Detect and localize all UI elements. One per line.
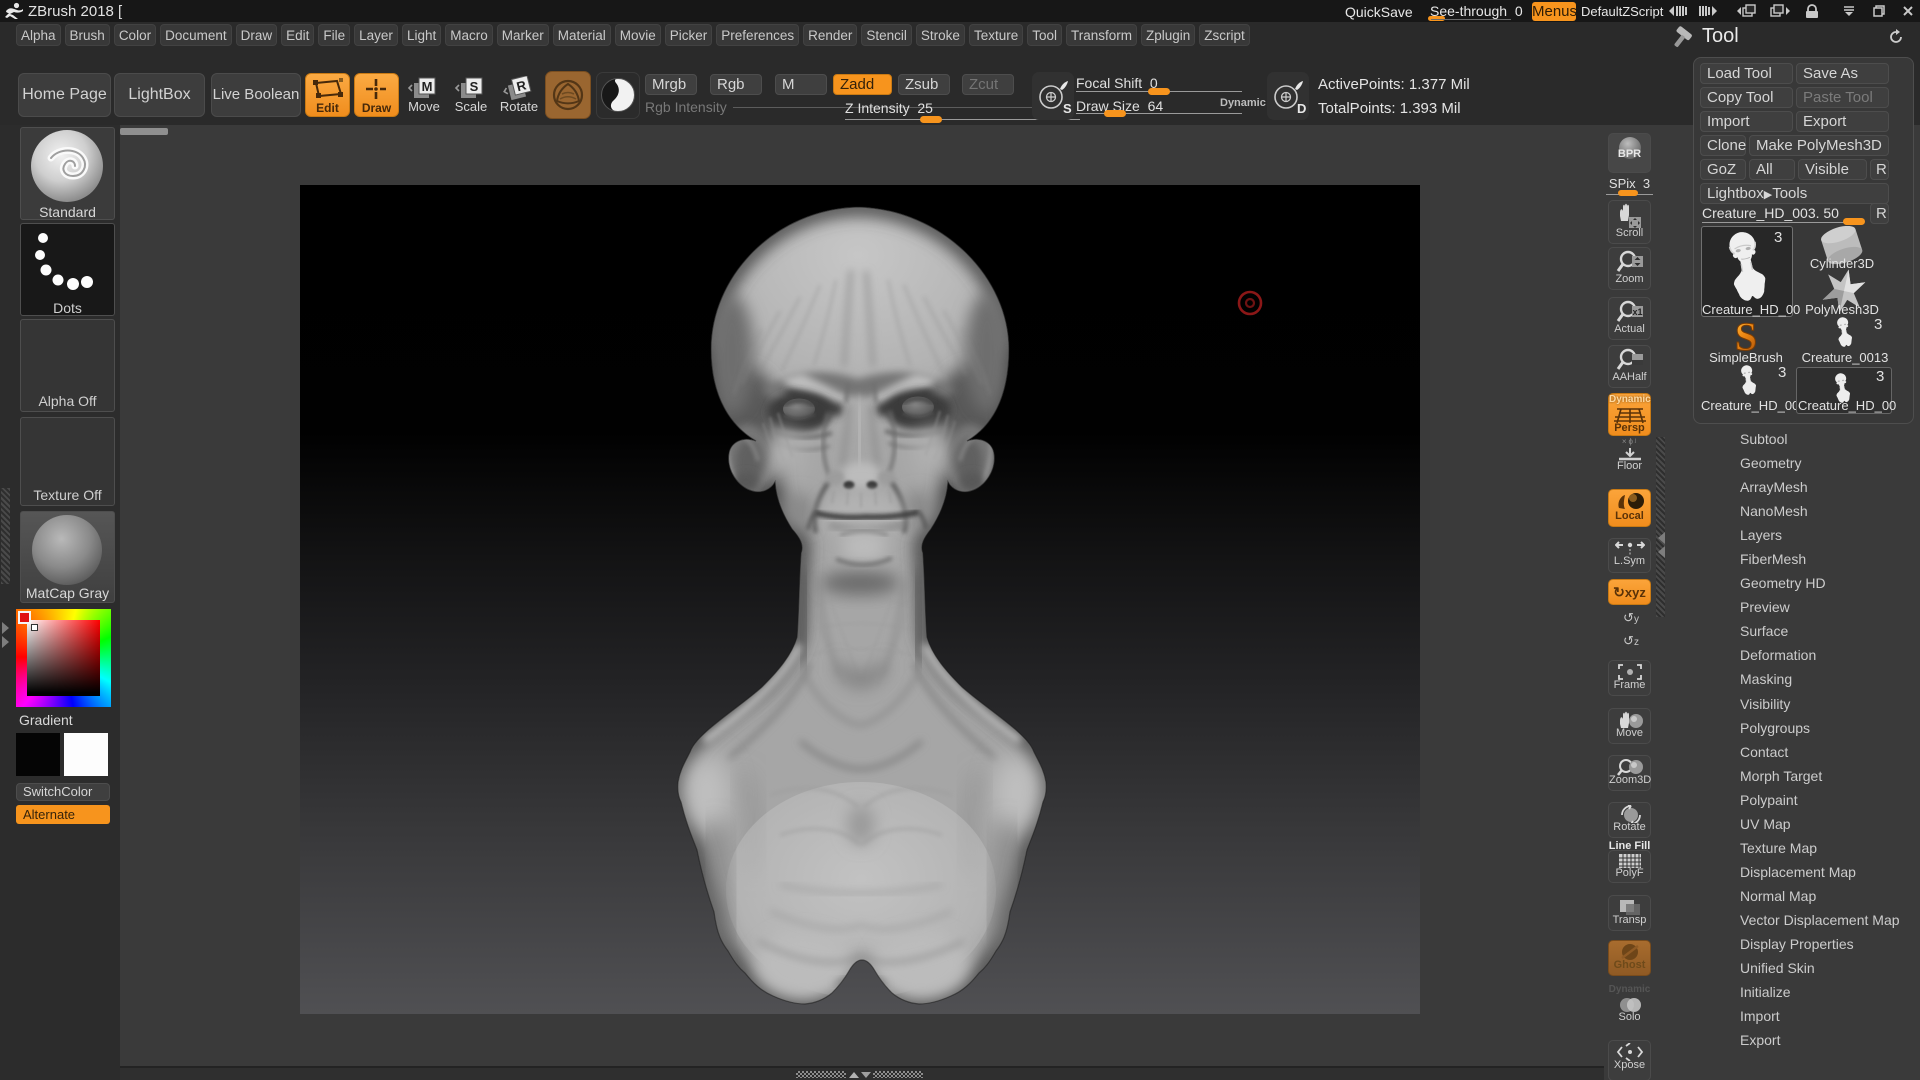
svg-text:S: S bbox=[1063, 101, 1072, 116]
svg-text:S: S bbox=[470, 79, 479, 94]
svg-text:M: M bbox=[422, 79, 433, 94]
svg-text:x1: x1 bbox=[1632, 307, 1642, 317]
svg-text:D: D bbox=[1297, 101, 1306, 116]
